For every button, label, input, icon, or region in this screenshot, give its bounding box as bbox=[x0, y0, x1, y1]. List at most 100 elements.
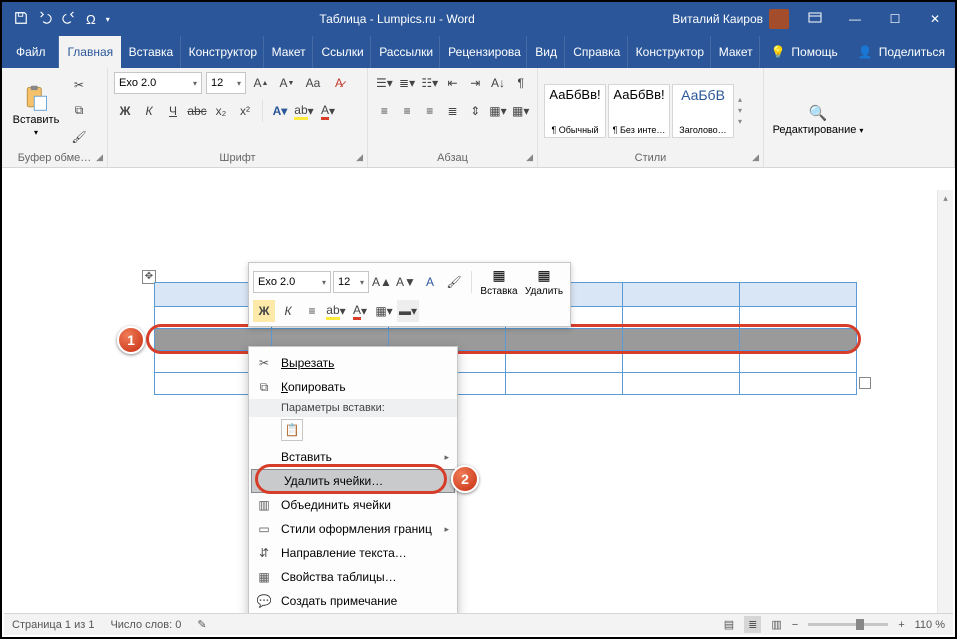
copy-icon[interactable]: ⧉ bbox=[68, 100, 90, 122]
highlight-icon[interactable]: ab▾ bbox=[293, 100, 315, 122]
minimize-button[interactable]: — bbox=[835, 2, 875, 36]
zoom-level[interactable]: 110 % bbox=[915, 619, 945, 631]
maximize-button[interactable]: ☐ bbox=[875, 2, 915, 36]
ctx-table-props[interactable]: ▦Свойства таблицы… bbox=[249, 565, 457, 589]
view-web-icon[interactable]: ▥ bbox=[771, 618, 781, 631]
ctx-cut[interactable]: ✂Вырезать bbox=[249, 351, 457, 375]
tab-home[interactable]: Главная bbox=[59, 36, 120, 68]
indent-dec-icon[interactable]: ⇤ bbox=[442, 72, 463, 94]
close-button[interactable]: ✕ bbox=[915, 2, 955, 36]
tab-file[interactable]: Файл bbox=[2, 36, 59, 68]
font-size-combo[interactable]: 12▾ bbox=[206, 72, 246, 94]
style-normal[interactable]: АаБбВв!¶ Обычный bbox=[544, 84, 606, 138]
mini-italic-button[interactable]: К bbox=[277, 300, 299, 322]
ctx-text-direction[interactable]: ⇵Направление текста… bbox=[249, 541, 457, 565]
vertical-scrollbar[interactable]: ▴ bbox=[937, 190, 953, 615]
mini-border-icon[interactable]: ▦▾ bbox=[373, 300, 395, 322]
change-case-icon[interactable]: Aa bbox=[302, 72, 324, 94]
ribbon-options-icon[interactable] bbox=[795, 2, 835, 36]
tell-me[interactable]: 💡Помощь bbox=[760, 36, 847, 68]
tab-designer[interactable]: Конструктор bbox=[181, 36, 264, 68]
scroll-up-icon[interactable]: ▴ bbox=[938, 190, 953, 206]
mini-bold-button[interactable]: Ж bbox=[253, 300, 275, 322]
underline-button[interactable]: Ч bbox=[162, 100, 184, 122]
status-words[interactable]: Число слов: 0 bbox=[110, 619, 181, 631]
view-read-icon[interactable]: ▤ bbox=[724, 618, 734, 631]
mini-painter-icon[interactable]: 🖌 bbox=[443, 271, 465, 293]
bullets-icon[interactable]: ☰▾ bbox=[374, 72, 395, 94]
font-name-combo[interactable]: Exo 2.0▾ bbox=[114, 72, 202, 94]
dialog-launcher-icon[interactable]: ◢ bbox=[752, 152, 759, 163]
mini-shade-icon[interactable]: ▬▾ bbox=[397, 300, 419, 322]
tab-mailings[interactable]: Рассылки bbox=[371, 36, 440, 68]
borders-icon[interactable]: ▦▾ bbox=[510, 100, 531, 122]
save-icon[interactable] bbox=[14, 11, 28, 28]
multilevel-icon[interactable]: ☷▾ bbox=[419, 72, 440, 94]
editing-button[interactable]: Редактирование ▾ bbox=[773, 124, 864, 136]
font-color-icon[interactable]: A▾ bbox=[317, 100, 339, 122]
view-print-icon[interactable]: ≣ bbox=[744, 616, 761, 633]
mini-size-combo[interactable]: 12▾ bbox=[333, 271, 369, 293]
indent-inc-icon[interactable]: ⇥ bbox=[465, 72, 486, 94]
strike-button[interactable]: abc bbox=[186, 100, 208, 122]
grow-font-icon[interactable]: A▲ bbox=[250, 72, 272, 94]
ctx-insert[interactable]: Вставить▸ bbox=[249, 445, 457, 469]
italic-button[interactable]: К bbox=[138, 100, 160, 122]
text-effects-icon[interactable]: A▾ bbox=[269, 100, 291, 122]
align-right-icon[interactable]: ≡ bbox=[419, 100, 440, 122]
ctx-delete-cells[interactable]: Удалить ячейки… bbox=[251, 469, 455, 493]
paste-option-icon[interactable]: 📋 bbox=[281, 419, 303, 441]
equation-icon[interactable]: Ω bbox=[86, 12, 96, 27]
tab-help[interactable]: Справка bbox=[565, 36, 627, 68]
align-center-icon[interactable]: ≡ bbox=[397, 100, 418, 122]
dialog-launcher-icon[interactable]: ◢ bbox=[356, 152, 363, 163]
zoom-in-button[interactable]: + bbox=[898, 619, 904, 631]
mini-fontcolor-icon[interactable]: A▾ bbox=[349, 300, 371, 322]
align-left-icon[interactable]: ≡ bbox=[374, 100, 395, 122]
numbering-icon[interactable]: ≣▾ bbox=[397, 72, 418, 94]
show-marks-icon[interactable]: ¶ bbox=[510, 72, 531, 94]
cut-icon[interactable]: ✂ bbox=[68, 74, 90, 96]
qat-more-icon[interactable]: ▾ bbox=[106, 15, 110, 24]
dialog-launcher-icon[interactable]: ◢ bbox=[526, 152, 533, 163]
clear-format-icon[interactable]: A̷ bbox=[328, 72, 350, 94]
tab-insert[interactable]: Вставка bbox=[121, 36, 181, 68]
tab-view[interactable]: Вид bbox=[527, 36, 565, 68]
mini-underline-icon[interactable]: ≡ bbox=[301, 300, 323, 322]
table-resize-handle[interactable] bbox=[859, 377, 871, 389]
ctx-new-comment[interactable]: 💬Создать примечание bbox=[249, 589, 457, 613]
justify-icon[interactable]: ≣ bbox=[442, 100, 463, 122]
shrink-font-icon[interactable]: A▼ bbox=[276, 72, 298, 94]
mini-font-combo[interactable]: Exo 2.0▾ bbox=[253, 271, 331, 293]
bold-button[interactable]: Ж bbox=[114, 100, 136, 122]
shading-icon[interactable]: ▦▾ bbox=[488, 100, 509, 122]
line-spacing-icon[interactable]: ⇕ bbox=[465, 100, 486, 122]
ctx-border-styles[interactable]: ▭Стили оформления границ▸ bbox=[249, 517, 457, 541]
tab-layout[interactable]: Макет bbox=[264, 36, 314, 68]
tab-table-design[interactable]: Конструктор bbox=[628, 36, 711, 68]
zoom-out-button[interactable]: − bbox=[792, 619, 798, 631]
subscript-button[interactable]: x₂ bbox=[210, 100, 232, 122]
zoom-slider[interactable] bbox=[808, 623, 888, 626]
tab-review[interactable]: Рецензирова bbox=[440, 36, 527, 68]
dialog-launcher-icon[interactable]: ◢ bbox=[96, 152, 103, 163]
style-no-spacing[interactable]: АаБбВв!¶ Без инте… bbox=[608, 84, 670, 138]
sort-icon[interactable]: A↓ bbox=[488, 72, 509, 94]
superscript-button[interactable]: x² bbox=[234, 100, 256, 122]
status-proofing-icon[interactable]: ✎ bbox=[197, 618, 206, 631]
mini-styles-icon[interactable]: A bbox=[419, 271, 441, 293]
paste-button[interactable]: Вставить▾ bbox=[8, 72, 64, 149]
mini-highlight-icon[interactable]: ab▾ bbox=[325, 300, 347, 322]
status-page[interactable]: Страница 1 из 1 bbox=[12, 619, 94, 631]
tab-references[interactable]: Ссылки bbox=[313, 36, 371, 68]
undo-icon[interactable] bbox=[38, 11, 52, 28]
share-button[interactable]: 👤Поделиться bbox=[848, 36, 955, 68]
format-painter-icon[interactable]: 🖌 bbox=[68, 126, 90, 148]
mini-delete-button[interactable]: ▦Удалить bbox=[522, 267, 566, 297]
ctx-merge[interactable]: ▥Объединить ячейки bbox=[249, 493, 457, 517]
styles-more-button[interactable]: ▴▾▾ bbox=[738, 95, 752, 126]
ctx-copy[interactable]: ⧉Копировать bbox=[249, 375, 457, 399]
tab-table-layout[interactable]: Макет bbox=[711, 36, 761, 68]
mini-grow-icon[interactable]: A▲ bbox=[371, 271, 393, 293]
user-account[interactable]: Виталий Каиров bbox=[672, 9, 795, 29]
